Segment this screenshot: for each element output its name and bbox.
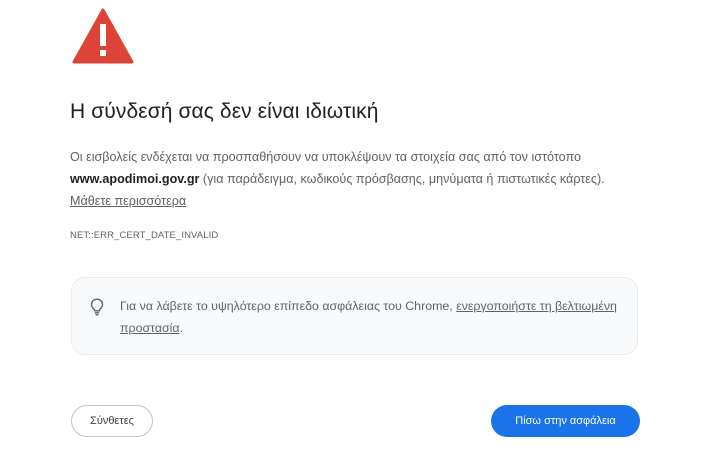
lightbulb-icon [90, 298, 104, 316]
learn-more-link[interactable]: Μάθετε περισσότερα [70, 194, 186, 208]
tip-text-start: Για να λάβετε το υψηλότερο επίπεδο ασφάλ… [120, 299, 457, 313]
warning-description: Οι εισβολείς ενδέχεται να προσπαθήσουν ν… [70, 146, 645, 212]
tip-text-end: . [179, 321, 184, 335]
site-domain: www.apodimoi.gov.gr [70, 172, 200, 186]
warning-triangle-icon [72, 8, 134, 64]
description-text-end: (για παράδειγμα, κωδικούς πρόσβασης, μην… [199, 172, 605, 186]
description-text-start: Οι εισβολείς ενδέχεται να προσπαθήσουν ν… [70, 150, 581, 164]
page-title: Η σύνδεσή σας δεν είναι ιδιωτική [70, 100, 379, 123]
interstitial-page: Η σύνδεσή σας δεν είναι ιδιωτική Οι εισβ… [0, 0, 723, 470]
back-to-safety-button[interactable]: Πίσω στην ασφάλεια [491, 405, 640, 437]
advanced-button[interactable]: Σύνθετες [71, 405, 153, 437]
enhanced-protection-tip: Για να λάβετε το υψηλότερο επίπεδο ασφάλ… [71, 277, 638, 355]
error-code: NET::ERR_CERT_DATE_INVALID [70, 230, 219, 241]
tip-text: Για να λάβετε το υψηλότερο επίπεδο ασφάλ… [120, 295, 620, 339]
